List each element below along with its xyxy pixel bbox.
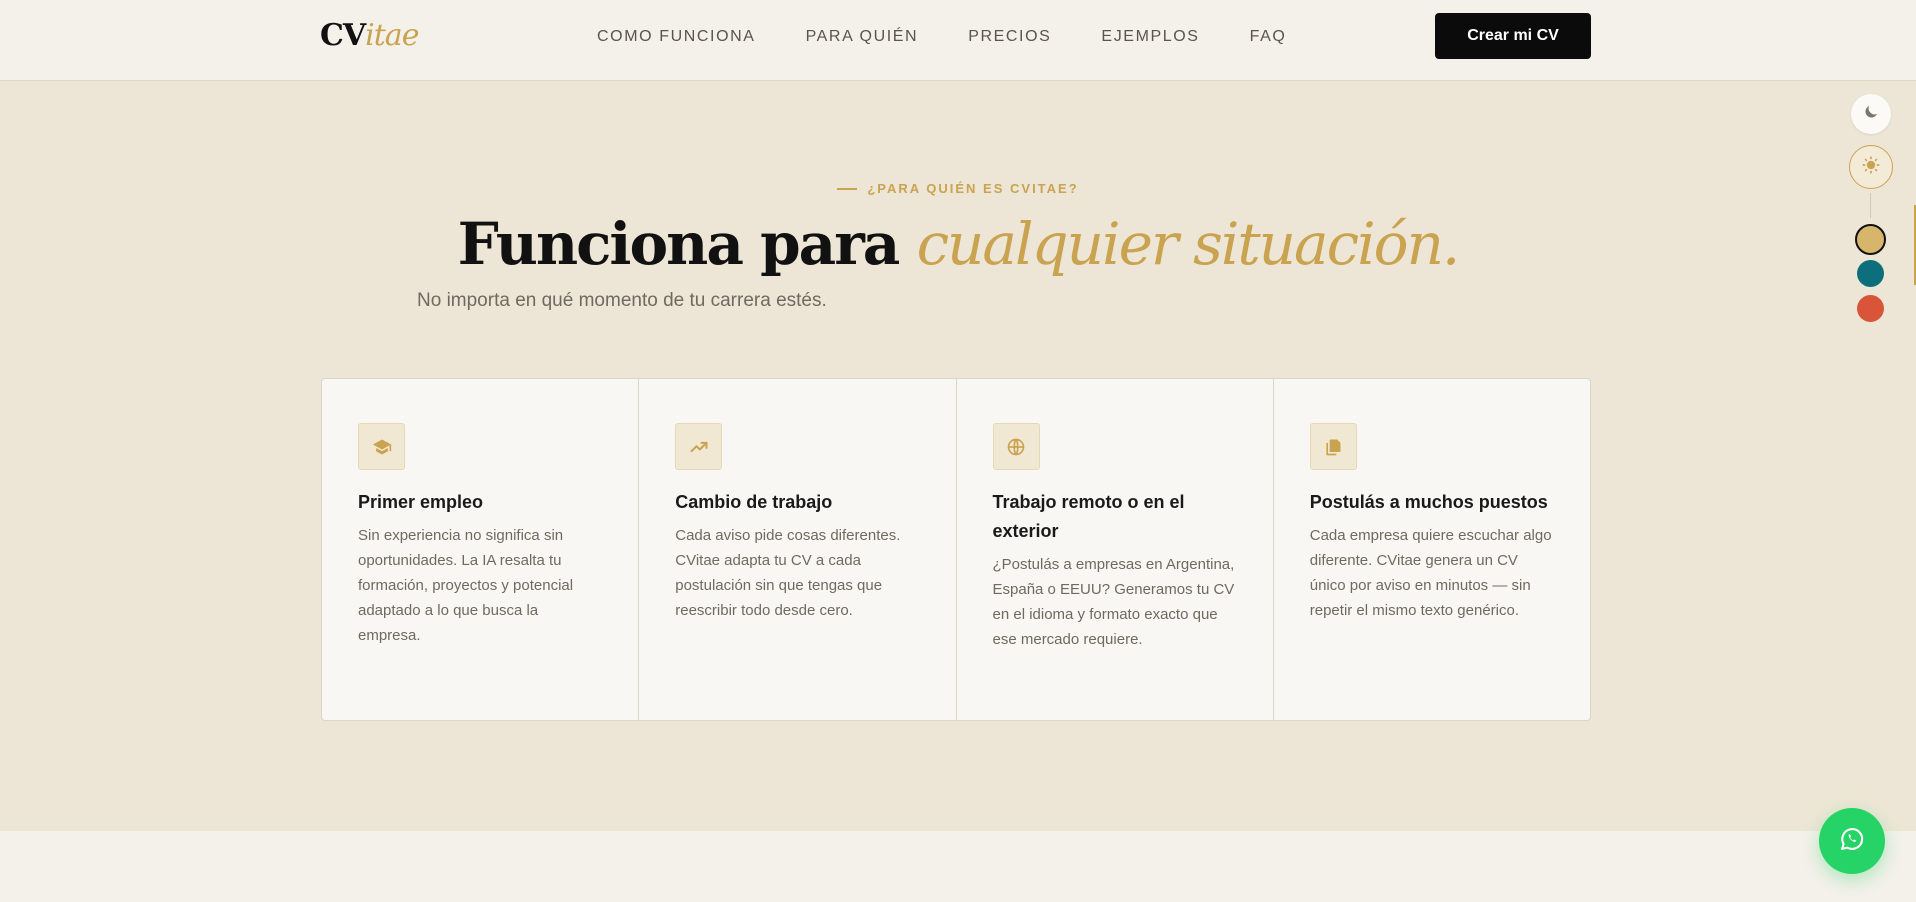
card-trabajo-remoto: Trabajo remoto o en el exterior ¿Postulá… [957, 379, 1274, 720]
card-text: Cada aviso pide cosas diferentes. CVitae… [675, 527, 901, 619]
card-muchos-puestos: Postulás a muchos puestos Cada empresa q… [1274, 379, 1590, 720]
nav-link-para-quien[interactable]: PARA QUIÉN [806, 28, 919, 46]
globe-icon [992, 423, 1040, 470]
main-nav: COMO FUNCIONA PARA QUIÉN PRECIOS EJEMPLO… [597, 28, 1286, 46]
logo-accent: itae [365, 18, 419, 53]
logo-main: CV [320, 18, 366, 53]
title-plain: Funciona para [457, 210, 901, 278]
section-title: Funciona para cualquier situación. [0, 210, 1916, 278]
card-title: Primer empleo [358, 492, 484, 512]
trending-up-icon [675, 423, 723, 470]
nav-link-ejemplos[interactable]: EJEMPLOS [1101, 28, 1199, 46]
site-header: CVitae COMO FUNCIONA PARA QUIÉN PRECIOS … [0, 0, 1916, 81]
title-accent: cualquier situación. [916, 210, 1461, 278]
nav-link-precios[interactable]: PRECIOS [968, 28, 1051, 46]
card-title: Postulás a muchos puestos [1309, 492, 1548, 512]
accent-color-red[interactable] [1857, 295, 1884, 322]
audience-cards: Primer empleo Sin experiencia no signifi… [321, 378, 1591, 721]
accent-color-gold[interactable] [1855, 224, 1886, 255]
card-text: Cada empresa quiere escuchar algo difere… [1309, 527, 1552, 619]
whatsapp-icon [1838, 825, 1866, 857]
logo[interactable]: CVitae [320, 18, 419, 53]
accent-color-teal[interactable] [1857, 260, 1884, 287]
card-title: Cambio de trabajo [675, 492, 833, 512]
light-mode-toggle[interactable] [1849, 145, 1893, 189]
nav-link-faq[interactable]: FAQ [1250, 28, 1287, 46]
dark-mode-toggle[interactable] [1851, 94, 1891, 134]
graduation-cap-icon [358, 423, 405, 470]
card-cambio-de-trabajo: Cambio de trabajo Cada aviso pide cosas … [639, 379, 957, 720]
eyebrow-text: ¿PARA QUIÉN ES CVITAE? [867, 181, 1079, 196]
card-primer-empleo: Primer empleo Sin experiencia no signifi… [322, 379, 640, 720]
sun-icon [1861, 155, 1881, 179]
whatsapp-button[interactable] [1819, 808, 1885, 874]
section-subtitle: No importa en qué momento de tu carrera … [417, 290, 827, 311]
theme-divider [1870, 193, 1871, 218]
card-text: ¿Postulás a empresas en Argentina, Españ… [992, 556, 1235, 648]
section-eyebrow: ¿PARA QUIÉN ES CVITAE? [0, 181, 1916, 196]
nav-link-como-funciona[interactable]: COMO FUNCIONA [597, 28, 756, 46]
next-section-band [0, 831, 1916, 902]
moon-icon [1862, 103, 1880, 125]
eyebrow-line [837, 187, 858, 190]
create-cv-button[interactable]: Crear mi CV [1435, 13, 1591, 59]
card-title: Trabajo remoto o en el exterior [992, 492, 1185, 541]
copy-icon [1309, 423, 1357, 470]
card-text: Sin experiencia no significa sin oportun… [358, 527, 574, 644]
